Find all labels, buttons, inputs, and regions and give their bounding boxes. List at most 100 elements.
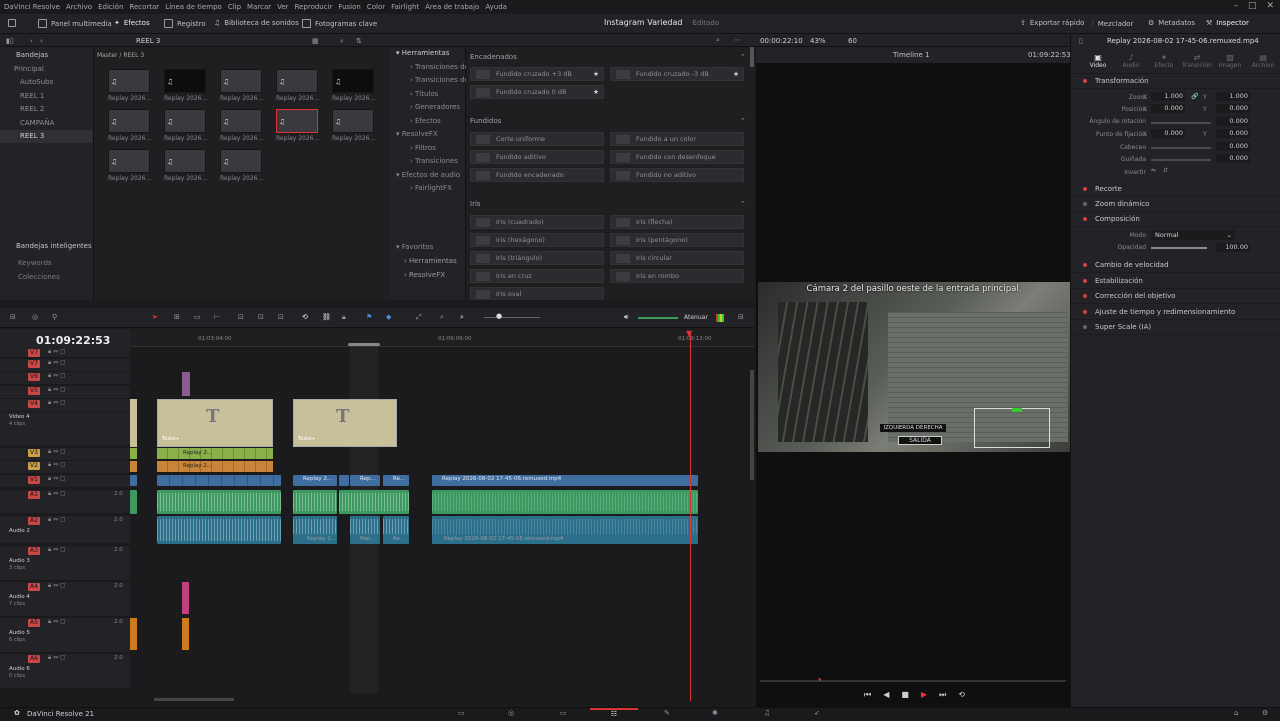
deliver-page-icon[interactable]: ➶ bbox=[814, 709, 820, 717]
zoom-slider[interactable] bbox=[484, 317, 540, 318]
zoom-detail-icon[interactable]: ⌕ bbox=[440, 313, 444, 322]
menu-item[interactable]: Fairlight bbox=[391, 3, 419, 11]
menu-item[interactable]: Clip bbox=[228, 3, 241, 11]
effects-search-icon[interactable]: ⌕ bbox=[716, 36, 720, 45]
track-controls-icon[interactable]: 🔒︎ ⇔ ▢ bbox=[48, 582, 66, 590]
viewer-fps[interactable]: 60 bbox=[848, 37, 857, 45]
clip-v3-edge[interactable] bbox=[130, 448, 137, 459]
effects-tree-item[interactable]: › Transiciones bbox=[390, 157, 465, 171]
edit-page-icon[interactable]: ▭ bbox=[560, 709, 567, 717]
crop-section[interactable]: Recorte bbox=[1071, 182, 1280, 197]
bin-item[interactable]: REEL 2 bbox=[0, 103, 93, 116]
video-clip[interactable]: Rep... bbox=[350, 475, 380, 486]
bin-item[interactable]: REEL 3 bbox=[0, 129, 93, 144]
index-button[interactable]: Registro bbox=[164, 19, 206, 28]
title-clip-edge[interactable] bbox=[130, 399, 137, 447]
effect-item[interactable]: Iris en rombo bbox=[610, 269, 744, 283]
effect-item[interactable]: Iris (cuadrado) bbox=[470, 215, 604, 229]
inspector-button[interactable]: ⚒ Inspector bbox=[1206, 19, 1249, 27]
audio-clip[interactable] bbox=[157, 490, 281, 514]
link-clips-icon[interactable]: ⛓ bbox=[322, 313, 331, 321]
track-controls-icon[interactable]: 🔒︎ ⇔ ▢ bbox=[48, 516, 66, 524]
clip-thumbnail[interactable]: ♫ bbox=[332, 69, 374, 93]
timeline-scrollbar[interactable] bbox=[750, 370, 754, 480]
effect-item[interactable]: Fundido cruzado 0 dB ★ bbox=[470, 85, 604, 99]
mic-icon[interactable]: ⚲ bbox=[52, 313, 57, 321]
marker-icon[interactable]: ◆ bbox=[386, 313, 391, 321]
inspector-tab[interactable]: ▨ Imagen bbox=[1215, 53, 1245, 69]
effects-tree-item[interactable]: › Efectos bbox=[390, 117, 465, 131]
menu-item[interactable]: Reproducir bbox=[295, 3, 333, 11]
track-controls-icon[interactable]: 🔒︎ ⇔ ▢ bbox=[48, 475, 66, 483]
clip-thumbnail[interactable]: ♫ bbox=[276, 69, 318, 93]
attenuate-button[interactable]: Atenuar bbox=[684, 314, 708, 321]
effects-tree-item[interactable]: › Transiciones de... bbox=[390, 76, 476, 90]
zoom-y-field[interactable]: 1.000 bbox=[1216, 92, 1250, 101]
effects-tree-item[interactable]: › Títulos bbox=[390, 90, 465, 104]
flag-icon[interactable]: ⚑ bbox=[366, 313, 372, 321]
inspector-section[interactable]: Super Scale (IA) bbox=[1071, 320, 1280, 335]
menu-item[interactable]: Archivo bbox=[66, 3, 92, 11]
track-controls-icon[interactable]: 🔒︎ ⇔ ▢ bbox=[48, 386, 66, 394]
effect-item[interactable]: Fundido cruzado -3 dB ★ bbox=[610, 67, 744, 81]
timeline-options-icon[interactable]: ◎ bbox=[32, 313, 38, 321]
timeline-name[interactable]: Timeline 1 bbox=[893, 51, 929, 59]
playhead-marker-icon[interactable]: ▾ bbox=[818, 676, 822, 684]
anchor-x-field[interactable]: 0.000 bbox=[1151, 129, 1185, 138]
minimize-icon[interactable]: – bbox=[1233, 1, 1238, 11]
fav-resolvefx[interactable]: › ResolveFX bbox=[404, 271, 445, 279]
menu-item[interactable]: Recortar bbox=[129, 3, 159, 11]
back-icon[interactable]: ‹ bbox=[30, 37, 33, 45]
effect-item[interactable]: Iris (triángulo) bbox=[470, 251, 604, 265]
dynamic-zoom-section[interactable]: Zoom dinámico bbox=[1071, 197, 1280, 212]
link-icon[interactable]: 🔗 bbox=[1191, 93, 1198, 100]
collapse-icon[interactable]: ⌃ bbox=[740, 200, 746, 208]
inspector-section[interactable]: Ajuste de tiempo y redimensionamiento bbox=[1071, 305, 1280, 320]
media-page-icon[interactable]: ▭ bbox=[458, 709, 465, 717]
position-y-field[interactable]: 0.000 bbox=[1216, 104, 1250, 113]
effects-tree-item[interactable]: › FairlightFX bbox=[390, 184, 465, 198]
sort-icon[interactable]: ⇅ bbox=[356, 37, 362, 45]
opacity-slider[interactable] bbox=[1151, 247, 1207, 249]
track-controls-icon[interactable]: 🔒︎ ⇔ ▢ bbox=[48, 461, 66, 469]
track-header[interactable]: V1 🔒︎ ⇔ ▢ bbox=[0, 475, 130, 488]
track-controls-icon[interactable]: 🔒︎ ⇔ ▢ bbox=[48, 399, 66, 407]
viewer-zoom[interactable]: 43% bbox=[810, 37, 826, 45]
effect-item[interactable]: Iris (hexágono) bbox=[470, 233, 604, 247]
loop-icon[interactable]: ⟲ bbox=[958, 690, 965, 700]
home-icon[interactable]: ⌂ bbox=[1234, 709, 1238, 717]
media-pool-button[interactable]: Panel multimedia bbox=[38, 19, 112, 28]
track-controls-icon[interactable]: 🔒︎ ⇔ ▢ bbox=[48, 618, 66, 626]
effect-item[interactable]: Iris circular bbox=[610, 251, 744, 265]
effects-button[interactable]: ✦ Efectos bbox=[114, 19, 150, 27]
effects-tree-item[interactable]: › Generadores bbox=[390, 103, 465, 117]
clip-thumbnail[interactable]: ♫ bbox=[108, 109, 150, 133]
track-header[interactable]: A2 🔒︎ ⇔ ▢ Audio 2 2.0 bbox=[0, 516, 130, 544]
timeline-sidebar-icon[interactable]: ⊟ bbox=[738, 313, 744, 321]
search-icon[interactable]: ⌕ bbox=[340, 37, 344, 46]
track-header[interactable]: V5 🔒︎ ⇔ ▢ bbox=[0, 386, 130, 399]
quick-export-button[interactable]: ⇪ Exportar rápido bbox=[1020, 19, 1084, 27]
effects-tree-item[interactable]: ▾ Efectos de audio bbox=[390, 171, 465, 185]
cut-page-icon[interactable]: ◎ bbox=[508, 709, 514, 717]
menu-item[interactable]: Área de trabajo bbox=[425, 3, 479, 11]
effect-item[interactable]: Fundido cruzado +3 dB ★ bbox=[470, 67, 604, 81]
rotation-slider[interactable] bbox=[1151, 122, 1211, 124]
inspector-tab[interactable]: ⇄ Transición bbox=[1182, 53, 1212, 69]
inspector-tab[interactable]: ▣ Video bbox=[1083, 53, 1113, 69]
flip-horizontal-icon[interactable]: ⇋ bbox=[1151, 167, 1156, 174]
title-clip[interactable]: T Texto+ bbox=[157, 399, 273, 447]
timeline-view-icon[interactable]: ⊟ bbox=[10, 313, 16, 321]
zoom-custom-icon[interactable]: ⌕ bbox=[460, 313, 464, 322]
play-icon[interactable]: ▶ bbox=[921, 690, 927, 700]
zoom-x-field[interactable]: 1.000 bbox=[1151, 92, 1185, 101]
track-header[interactable]: V7 🔒︎ ⇔ ▢ bbox=[0, 359, 130, 372]
menu-item[interactable]: Marcar bbox=[247, 3, 271, 11]
clip-thumbnail[interactable]: ♫ bbox=[220, 149, 262, 173]
pitch-field[interactable]: 0.000 bbox=[1216, 142, 1250, 151]
anchor-y-field[interactable]: 0.000 bbox=[1216, 129, 1250, 138]
effect-item[interactable]: Fundido con desenfoque bbox=[610, 150, 744, 164]
stop-icon[interactable]: ■ bbox=[901, 690, 909, 700]
clip-thumbnail[interactable]: ♫ bbox=[164, 109, 206, 133]
inspector-section[interactable]: Corrección del objetivo bbox=[1071, 289, 1280, 304]
